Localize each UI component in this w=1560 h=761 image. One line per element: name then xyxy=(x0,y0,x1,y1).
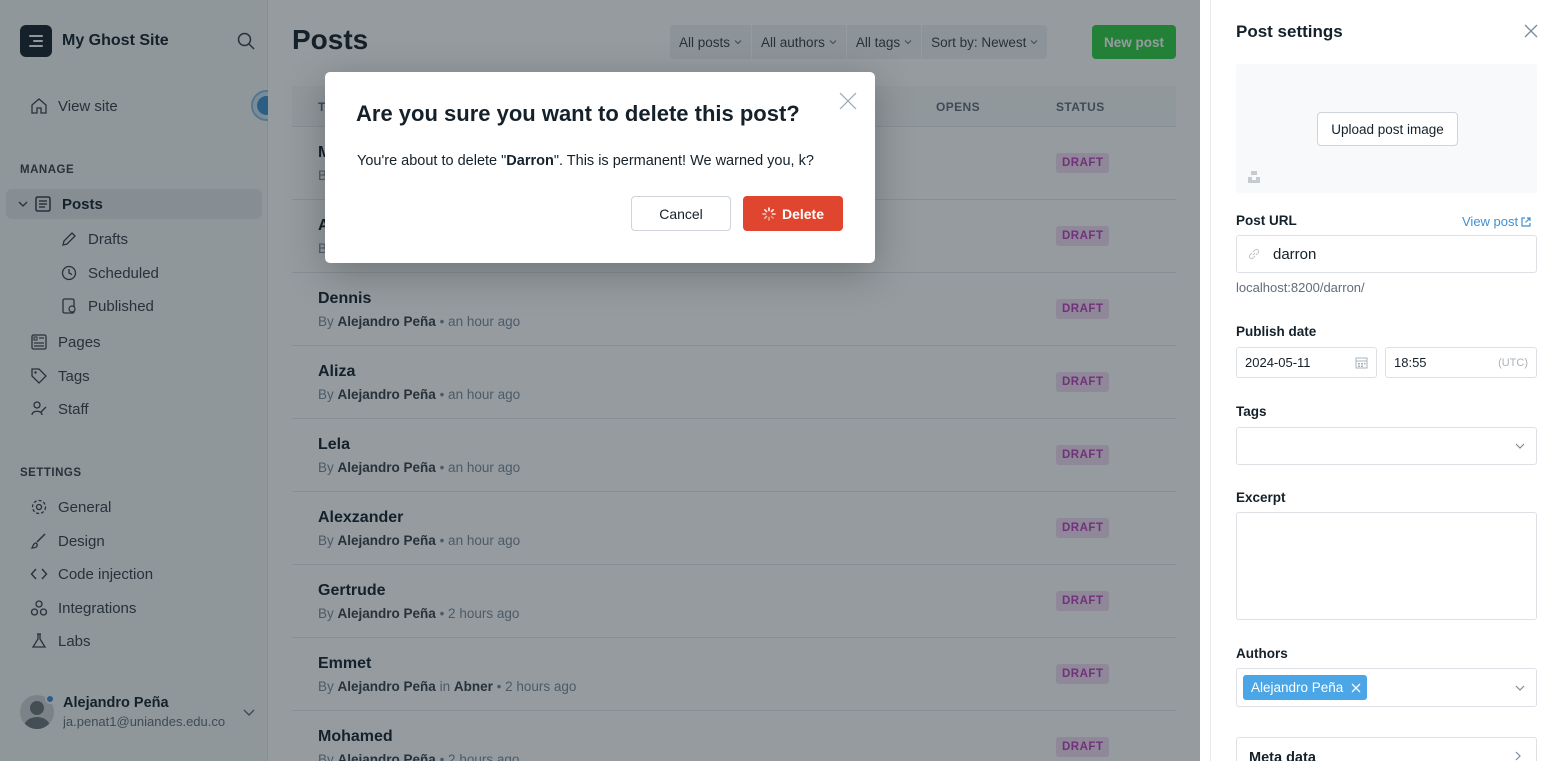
post-url-value: darron xyxy=(1273,245,1317,263)
post-url-label: Post URL xyxy=(1236,213,1297,228)
timezone-label: (UTC) xyxy=(1498,356,1528,369)
upload-post-image-button[interactable]: Upload post image xyxy=(1317,112,1458,146)
post-url-input[interactable]: darron xyxy=(1236,235,1537,273)
publish-date-input[interactable]: 2024-05-11 xyxy=(1236,347,1377,378)
unsplash-icon[interactable] xyxy=(1247,170,1261,184)
author-chip-label: Alejandro Peña xyxy=(1251,680,1344,695)
post-url-preview: localhost:8200/darron/ xyxy=(1236,280,1365,295)
chevron-right-icon xyxy=(1515,751,1521,761)
external-link-icon xyxy=(1521,216,1531,227)
modal-message-prefix: You're about to delete " xyxy=(357,153,507,169)
modal-message-suffix: ". This is permanent! We warned you, k? xyxy=(553,153,814,169)
date-value: 2024-05-11 xyxy=(1245,355,1311,370)
authors-label: Authors xyxy=(1236,646,1288,661)
tags-label: Tags xyxy=(1236,404,1267,419)
cancel-button[interactable]: Cancel xyxy=(631,196,731,231)
authors-select[interactable]: Alejandro Peña xyxy=(1236,668,1537,707)
meta-data-section[interactable]: Meta data xyxy=(1236,737,1537,761)
close-icon[interactable] xyxy=(838,91,858,111)
view-post-link[interactable]: View post xyxy=(1462,214,1531,229)
tags-select[interactable] xyxy=(1236,427,1537,465)
view-post-label: View post xyxy=(1462,214,1519,229)
post-settings-panel: Post settings Upload post image Post URL… xyxy=(1210,0,1560,761)
calendar-icon[interactable] xyxy=(1355,356,1368,369)
publish-time-input[interactable]: 18:55 (UTC) xyxy=(1385,347,1537,378)
meta-data-label: Meta data xyxy=(1249,750,1316,761)
spinner-icon xyxy=(762,206,776,221)
modal-message: You're about to delete "Darron". This is… xyxy=(357,153,814,169)
link-icon xyxy=(1248,248,1260,260)
author-chip[interactable]: Alejandro Peña xyxy=(1243,675,1368,700)
time-value: 18:55 xyxy=(1394,355,1427,370)
delete-post-modal: Are you sure you want to delete this pos… xyxy=(325,72,875,263)
chevron-down-icon xyxy=(1515,443,1525,449)
modal-title: Are you sure you want to delete this pos… xyxy=(356,101,800,126)
close-icon[interactable] xyxy=(1523,23,1539,39)
chevron-down-icon xyxy=(1515,685,1525,691)
post-image-dropzone[interactable]: Upload post image xyxy=(1236,64,1537,193)
excerpt-textarea[interactable] xyxy=(1236,512,1537,620)
delete-button[interactable]: Delete xyxy=(743,196,843,231)
panel-title: Post settings xyxy=(1236,22,1343,41)
modal-post-title: Darron xyxy=(506,153,554,169)
panel-gutter xyxy=(1200,0,1210,761)
publish-date-label: Publish date xyxy=(1236,324,1317,339)
remove-icon[interactable] xyxy=(1351,683,1361,693)
excerpt-label: Excerpt xyxy=(1236,490,1286,505)
delete-label: Delete xyxy=(781,205,825,222)
